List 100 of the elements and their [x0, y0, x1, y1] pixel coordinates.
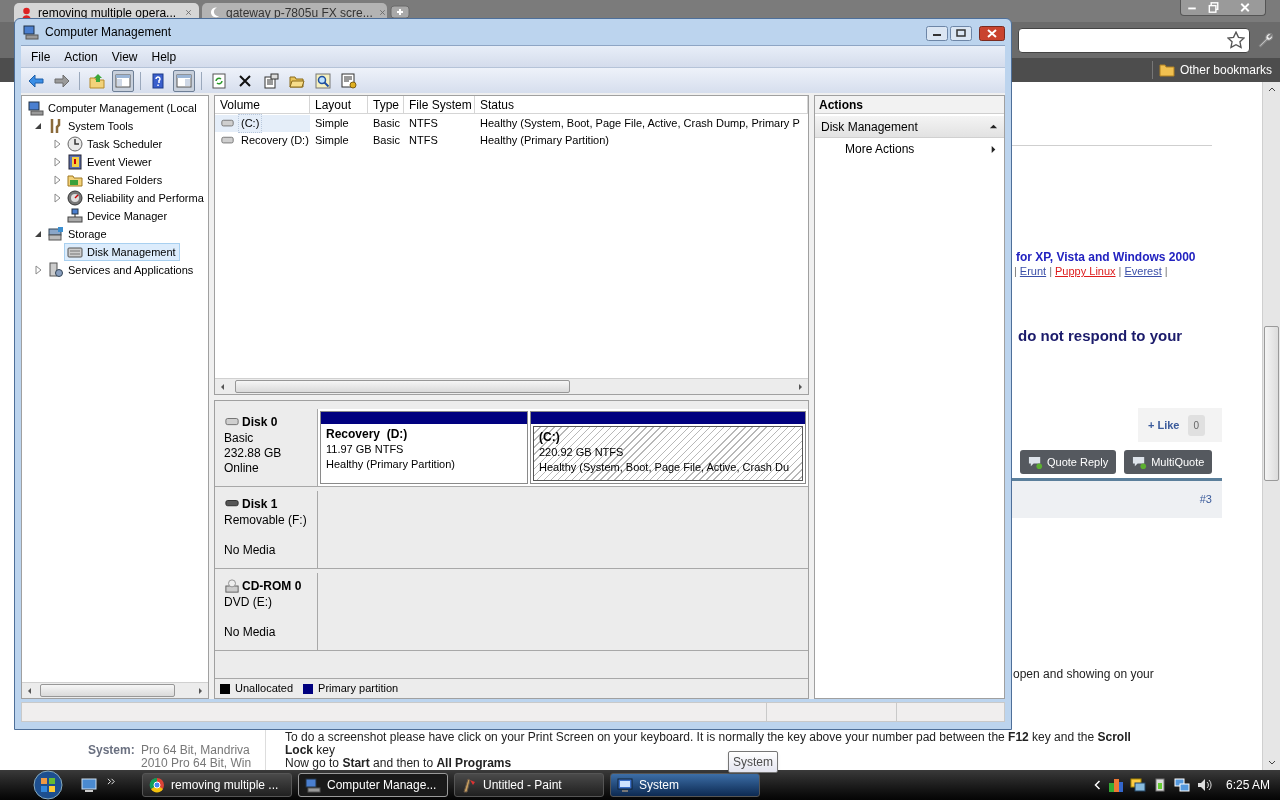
computer-icon — [23, 24, 39, 40]
chat-icon[interactable] — [1129, 777, 1146, 793]
table-cell-text: Basic — [372, 133, 401, 149]
computer-icon — [28, 100, 44, 116]
close-tab-icon[interactable] — [184, 8, 193, 17]
log-book-icon — [67, 154, 83, 170]
link[interactable]: Erunt — [1019, 263, 1047, 280]
separator: | — [1049, 264, 1052, 279]
text: System: — [88, 744, 135, 757]
monitor-icon — [617, 777, 633, 793]
table-cell[interactable]: (C:) — [215, 115, 310, 132]
tree-item[interactable]: System Tools — [45, 117, 138, 135]
settings-icon — [341, 72, 357, 89]
chevron-icon[interactable] — [107, 777, 116, 786]
speaker-icon[interactable] — [1195, 777, 1212, 793]
quote-button[interactable]: MultiQuote — [1124, 450, 1213, 474]
link[interactable]: Puppy Linux — [1055, 263, 1116, 280]
address-field[interactable] — [1018, 27, 1250, 53]
browser-icon — [149, 777, 165, 793]
like-link[interactable]: + Like — [1148, 416, 1180, 434]
partition[interactable]: Recovery (D:) 11.97 GB NTFS Healthy (Primary Partition) — [320, 411, 528, 484]
collapse-arrow-icon[interactable] — [989, 122, 998, 131]
taskbar-button[interactable]: System — [610, 773, 760, 797]
folder-up-icon — [89, 72, 105, 89]
taskbar-button[interactable]: removing multiple ... — [142, 773, 292, 797]
separator: | — [1164, 264, 1168, 279]
link[interactable]: Everest — [1124, 263, 1162, 280]
legend-label: Primary partition — [318, 681, 399, 697]
text: Pro 64 Bit, Mandriva — [141, 744, 250, 757]
menu-item[interactable]: Action — [58, 47, 104, 66]
column-header[interactable]: Type — [368, 96, 404, 113]
menu-item[interactable]: View — [105, 47, 144, 66]
tree-item[interactable]: Services and Applications — [45, 261, 198, 279]
minimize-icon[interactable] — [926, 26, 948, 41]
table-cell-text: Healthy (Primary Partition) — [479, 133, 610, 149]
properties-icon — [263, 72, 279, 89]
taskbar-button[interactable]: Untitled - Paint — [454, 773, 604, 797]
vertical-scrollbar[interactable] — [1262, 82, 1280, 770]
text: open and showing on your — [1013, 666, 1154, 683]
action-item[interactable]: More Actions — [815, 138, 1004, 160]
like-count: 0 — [1187, 414, 1206, 436]
table-cell[interactable]: Recovery (D:) — [215, 132, 310, 149]
taskbar-button[interactable]: Computer Manage... — [298, 773, 448, 797]
submenu-arrow-icon — [989, 144, 998, 154]
scrollbar-thumb[interactable] — [235, 380, 570, 393]
quote-button[interactable]: Quote Reply — [1020, 450, 1117, 474]
horizontal-scrollbar[interactable] — [22, 682, 208, 698]
text: do not respond to your — [1018, 326, 1183, 346]
search-icon — [315, 72, 331, 89]
show-desktop-icon[interactable] — [81, 777, 97, 793]
site-icon — [20, 6, 33, 19]
partition[interactable]: (C:) 220.92 GB NTFS Healthy (System, Boot, Page File, Active, Crash Du — [530, 411, 806, 484]
menu-item[interactable]: Help — [145, 47, 183, 66]
column-header[interactable]: File System — [404, 96, 475, 113]
scrollbar-thumb[interactable] — [1264, 326, 1279, 481]
devices-icon — [67, 208, 83, 224]
wrench-icon[interactable] — [1256, 31, 1274, 49]
gauge-icon — [67, 190, 83, 206]
tree-item[interactable]: Disk Management — [64, 243, 180, 261]
network-icon[interactable] — [1173, 777, 1190, 793]
tree-item[interactable]: Storage — [45, 225, 111, 243]
folder-icon — [1158, 62, 1175, 78]
forward-arrow-icon — [54, 72, 70, 89]
tree-item[interactable]: Shared Folders — [64, 171, 167, 189]
close-icon[interactable] — [979, 26, 1005, 41]
tree-item[interactable]: Task Scheduler — [64, 135, 167, 153]
actions-section[interactable]: Disk Management — [815, 116, 1004, 138]
table-cell-text: Simple — [314, 133, 350, 149]
chevron-icon[interactable] — [1092, 780, 1102, 790]
expander-icon[interactable] — [33, 121, 43, 131]
horizontal-scrollbar[interactable] — [215, 378, 808, 394]
menu-item[interactable]: File — [25, 47, 57, 66]
shared-folder-icon — [67, 172, 83, 188]
panel-icon — [176, 72, 192, 89]
new-tab-icon[interactable] — [390, 4, 410, 20]
table-cell-text: Basic — [372, 116, 401, 132]
computer-icon — [305, 777, 321, 793]
tiles-icon[interactable] — [1107, 777, 1124, 793]
separator: | — [1118, 264, 1122, 279]
tree-item[interactable]: Computer Management (Local — [25, 99, 201, 117]
star-icon[interactable] — [1227, 31, 1245, 49]
tree-item[interactable]: Event Viewer — [64, 153, 156, 171]
tree-item[interactable]: Device Manager — [64, 207, 172, 225]
start-button-icon[interactable] — [33, 770, 63, 800]
table-cell-text: NTFS — [408, 133, 439, 149]
bookmark-folder[interactable]: Other bookmarks — [1151, 61, 1272, 79]
expander-icon[interactable] — [33, 229, 43, 239]
post-number[interactable]: #3 — [1199, 491, 1212, 508]
refresh-icon — [211, 72, 227, 89]
column-header[interactable]: Volume — [215, 96, 310, 113]
tooltip: System — [728, 751, 778, 773]
clock-icon — [67, 136, 83, 152]
maximize-icon[interactable] — [950, 26, 972, 41]
column-header[interactable]: Status — [475, 96, 808, 113]
clock[interactable]: 6:25 AM — [1225, 776, 1270, 794]
back-arrow-icon — [28, 72, 44, 89]
actions-header: Actions — [815, 96, 1004, 114]
column-header[interactable]: Layout — [310, 96, 368, 113]
tree-item[interactable]: Reliability and Performa — [64, 189, 208, 207]
scrollbar-thumb[interactable] — [40, 684, 175, 697]
